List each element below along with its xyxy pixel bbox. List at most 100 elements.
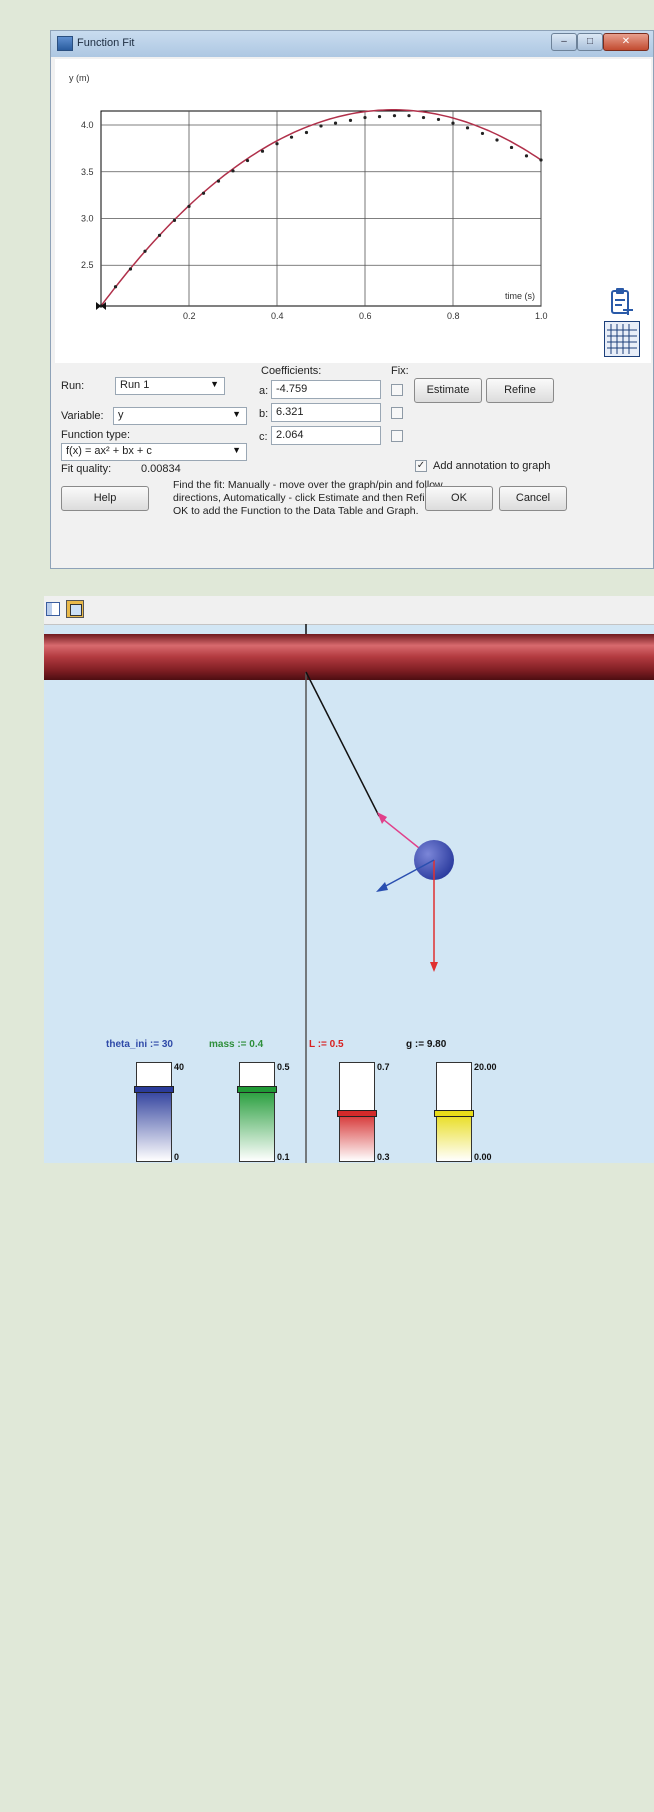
pendulum-simulation-panel: theta_ini := 30 40 0 mass := 0.4 0.5 0.1 L := … [44,596,654,1163]
refine-button[interactable]: Refine [486,378,554,403]
function-type-select[interactable]: f(x) = ax² + bx + c ▼ [61,443,247,461]
slider-handle[interactable] [434,1110,474,1118]
fix-b-checkbox[interactable] [391,407,403,419]
data-point [348,118,353,122]
slider-min-label: 0 [174,1152,180,1162]
data-point [260,149,265,153]
slider-min-label: 0.3 [377,1152,390,1162]
slider-fill [437,1112,471,1161]
plot-frame [100,110,542,307]
fit-controls-panel: Run: Run 1 ▼ Variable: y ▼ Function type… [55,365,651,565]
data-point [304,130,309,135]
x-axis-label: time (s) [505,291,535,301]
parameter-slider[interactable] [434,1062,474,1162]
x-tick-label: 0.2 [183,311,196,321]
data-point [407,114,411,118]
parameter-slider[interactable] [337,1062,377,1162]
data-point [245,158,250,163]
slider-fill [340,1112,374,1161]
fit-quality-label: Fit quality: [61,463,112,475]
fix-c-checkbox[interactable] [391,430,403,442]
cancel-button[interactable]: Cancel [499,486,567,511]
data-point [172,218,177,222]
parameter-slider[interactable] [134,1062,174,1162]
coef-b-field[interactable]: 6.321 [271,403,381,422]
parameter-slider[interactable] [237,1062,277,1162]
slider-max-label: 20.00 [474,1062,497,1072]
acceleration-arrowhead-icon [376,882,388,892]
data-point [392,114,397,118]
slider-max-label: 0.5 [277,1062,290,1072]
slider-fill [137,1087,171,1161]
slider-label: L := 0.5 [309,1039,344,1050]
slider-handle[interactable] [134,1086,174,1094]
window-title: Function Fit [77,37,135,49]
data-point [436,117,441,122]
slider-handle[interactable] [237,1086,277,1094]
data-point [231,169,235,173]
run-select-value: Run 1 [120,379,150,391]
help-button[interactable]: Help [61,486,149,511]
coef-b-label: b: [259,408,269,420]
data-point [275,142,279,146]
data-point [187,204,191,208]
gravity-arrowhead-icon [430,962,438,972]
function-fit-window: Function Fit – □ ✕ y (m) time (s) 0.2 0.4… [50,30,654,569]
slider-max-label: 40 [174,1062,185,1072]
chevron-down-icon: ▼ [232,445,241,455]
fix-a-checkbox[interactable] [391,384,403,396]
add-annotation-label: Add annotation to graph [433,460,551,472]
add-annotation-checkbox[interactable]: ✓ [415,460,427,472]
coef-c-label: c: [259,431,268,443]
pendulum-string [305,671,380,817]
slider-fill [240,1087,274,1161]
data-point [289,135,294,139]
ok-button[interactable]: OK [425,486,493,511]
ceiling-support-bar [44,634,654,680]
y-tick-label: 4.0 [81,120,94,130]
data-point [113,285,118,289]
view-mode-icon[interactable] [66,600,84,618]
variable-select-value: y [118,409,124,421]
maximize-button[interactable]: □ [577,33,603,51]
close-button[interactable]: ✕ [603,33,649,51]
coef-a-field[interactable]: -4.759 [271,380,381,399]
variable-label: Variable: [61,410,104,422]
run-select[interactable]: Run 1 ▼ [115,377,225,395]
coefficients-label: Coefficients: [261,365,322,377]
data-point [421,115,426,120]
data-point [480,131,485,136]
data-point [377,115,382,119]
graph-area[interactable]: y (m) time (s) 0.2 0.4 0.6 0.8 1.0 2.5 3.0 3.5 4… [55,59,651,363]
slider-label: theta_ini := 30 [106,1039,173,1050]
layout-panel-icon[interactable] [46,602,60,616]
app-icon [57,36,73,51]
data-point [451,121,455,125]
data-point [333,121,338,125]
data-point [157,233,162,237]
data-point [216,179,221,183]
data-point [363,115,367,120]
data-point [509,145,514,150]
data-point [495,138,499,142]
variable-select[interactable]: y ▼ [113,407,247,425]
minimize-button[interactable]: – [551,33,577,51]
function-type-value: f(x) = ax² + bx + c [66,445,152,457]
estimate-button[interactable]: Estimate [414,378,482,403]
coef-a-label: a: [259,385,269,397]
chevron-down-icon: ▼ [210,379,219,389]
slider-handle[interactable] [337,1109,377,1117]
data-point [524,154,529,158]
fix-label: Fix: [391,365,409,377]
y-tick-label: 2.5 [81,260,94,270]
title-bar[interactable]: Function Fit – □ ✕ [51,31,653,57]
clipboard-add-icon[interactable] [610,287,634,317]
y-axis-label: y (m) [69,73,90,83]
coef-c-field[interactable]: 2.064 [271,426,381,445]
y-tick-label: 3.5 [81,167,94,177]
data-point [143,249,147,253]
fit-graph[interactable]: y (m) time (s) 0.2 0.4 0.6 0.8 1.0 2.5 3.0 3.5 4… [55,59,595,363]
slider-min-label: 0.1 [277,1152,290,1162]
data-table-icon[interactable] [604,321,640,357]
data-point [465,126,470,130]
